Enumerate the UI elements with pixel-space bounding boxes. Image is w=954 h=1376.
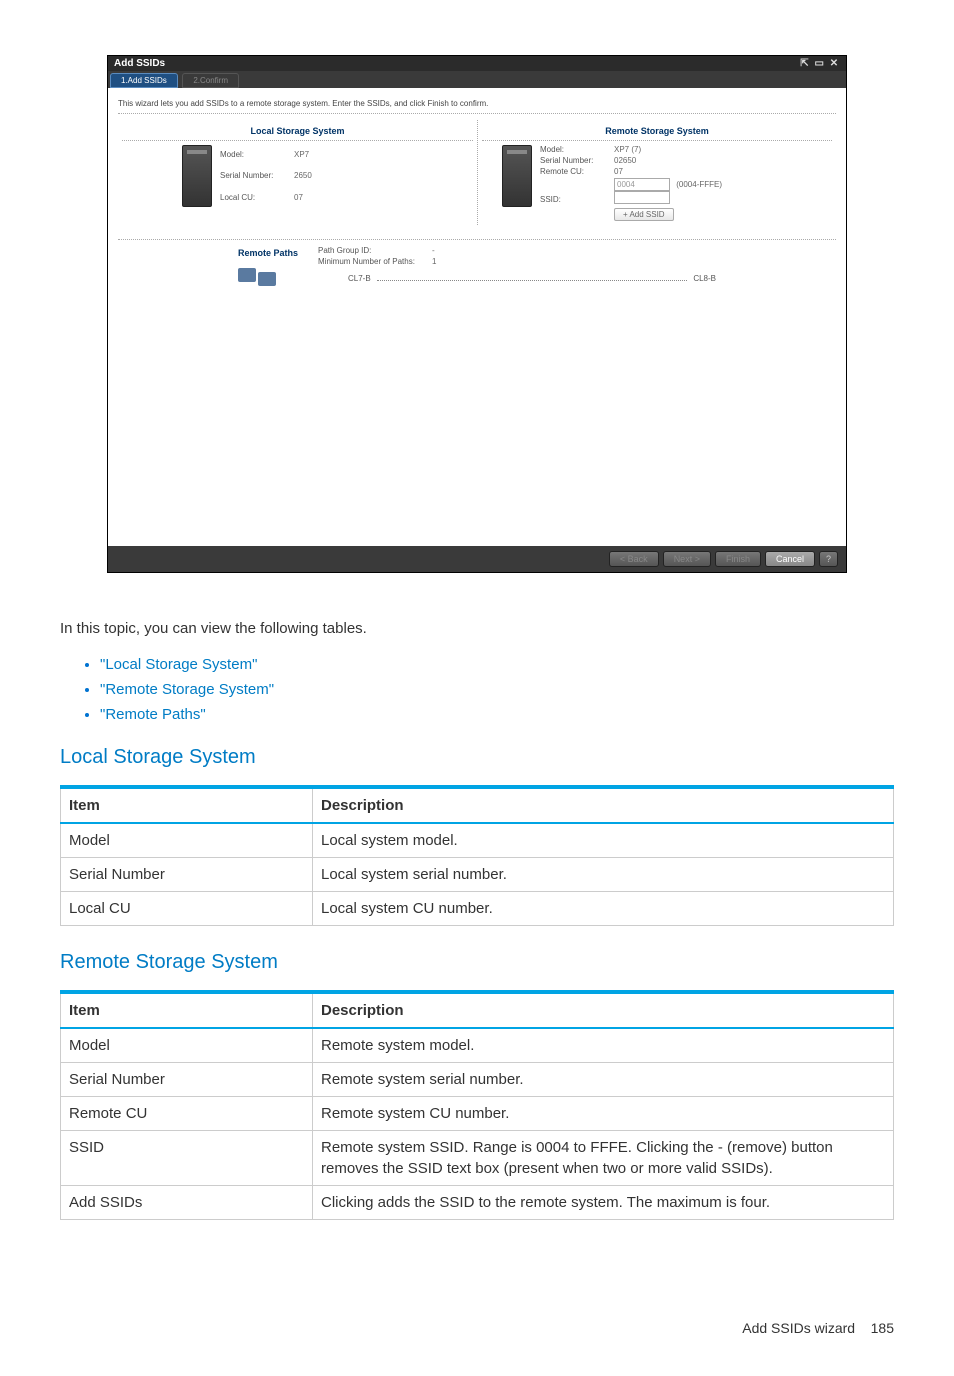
link-remote-paths[interactable]: "Remote Paths"	[100, 706, 206, 723]
col-description: Description	[313, 787, 894, 823]
back-button[interactable]: < Back	[609, 551, 659, 567]
table-row: Remote CU Remote system CU number.	[61, 1097, 894, 1131]
ssid-range-hint: (0004-FFFE)	[676, 180, 722, 189]
page-footer: Add SSIDs wizard 185	[0, 1320, 954, 1336]
wizard-steps: 1.Add SSIDs 2.Confirm	[108, 71, 846, 88]
wizard-instruction: This wizard lets you add SSIDs to a remo…	[118, 96, 836, 114]
remote-serial-label: Serial Number:	[540, 156, 610, 165]
remote-storage-panel: Remote Storage System Model: XP7 (7) Ser…	[477, 120, 836, 225]
table-row: SSID Remote system SSID. Range is 0004 t…	[61, 1131, 894, 1186]
server-icon	[502, 145, 532, 207]
port-right: CL8-B	[693, 274, 716, 283]
table-row: Model Local system model.	[61, 823, 894, 858]
table-row: Local CU Local system CU number.	[61, 892, 894, 926]
local-serial-label: Serial Number:	[220, 171, 290, 180]
remote-paths-panel: Remote Paths Path Group ID: - Minimum Nu…	[118, 239, 836, 283]
table-row: Add SSIDs Clicking adds the SSID to the …	[61, 1186, 894, 1220]
section-heading-local: Local Storage System	[60, 743, 894, 771]
port-left: CL7-B	[348, 274, 371, 283]
remote-cu-value: 07	[614, 167, 722, 176]
link-local-storage[interactable]: "Local Storage System"	[100, 656, 257, 673]
cancel-button[interactable]: Cancel	[765, 551, 815, 567]
path-connection-icon	[238, 262, 278, 292]
ssid-input[interactable]	[614, 178, 670, 191]
remote-paths-heading: Remote Paths	[238, 246, 308, 258]
close-icon[interactable]: ✕	[828, 58, 840, 69]
path-group-id-value: -	[432, 246, 435, 255]
min-paths-label: Minimum Number of Paths:	[318, 257, 428, 266]
wizard-screenshot: Add SSIDs ⇱ ▭ ✕ 1.Add SSIDs 2.Confirm Th…	[107, 55, 847, 573]
local-model-label: Model:	[220, 150, 290, 159]
table-row: Model Remote system model.	[61, 1028, 894, 1063]
table-row: Serial Number Remote system serial numbe…	[61, 1063, 894, 1097]
intro-text: In this topic, you can view the followin…	[60, 618, 894, 639]
wizard-footer: < Back Next > Finish Cancel ?	[108, 546, 846, 572]
wizard-title: Add SSIDs	[114, 58, 165, 69]
link-remote-storage[interactable]: "Remote Storage System"	[100, 681, 274, 698]
ssid-input-2[interactable]	[614, 191, 670, 204]
add-ssid-button[interactable]: + Add SSID	[614, 208, 674, 221]
local-heading: Local Storage System	[122, 124, 473, 141]
remote-storage-table: Item Description Model Remote system mod…	[60, 990, 894, 1220]
window-controls: ⇱ ▭ ✕	[798, 58, 840, 69]
tab-add-ssids[interactable]: 1.Add SSIDs	[110, 73, 178, 88]
footer-page-number: 185	[871, 1320, 894, 1336]
unpin-icon[interactable]: ⇱	[798, 58, 810, 69]
finish-button[interactable]: Finish	[715, 551, 761, 567]
local-cu-label: Local CU:	[220, 193, 290, 202]
remote-heading: Remote Storage System	[482, 124, 832, 141]
footer-text: Add SSIDs wizard	[742, 1320, 855, 1336]
restore-icon[interactable]: ▭	[813, 58, 825, 69]
local-cu-value: 07	[294, 193, 312, 202]
next-button[interactable]: Next >	[663, 551, 711, 567]
remote-model-label: Model:	[540, 145, 610, 154]
col-item: Item	[61, 992, 313, 1028]
col-item: Item	[61, 787, 313, 823]
remote-model-value: XP7 (7)	[614, 145, 722, 154]
table-row: Serial Number Local system serial number…	[61, 858, 894, 892]
topic-links-list: "Local Storage System" "Remote Storage S…	[60, 654, 894, 725]
section-heading-remote: Remote Storage System	[60, 948, 894, 976]
local-storage-panel: Local Storage System Model: XP7 Serial N…	[118, 120, 477, 225]
remote-cu-label: Remote CU:	[540, 167, 610, 176]
path-group-id-label: Path Group ID:	[318, 246, 428, 255]
server-icon	[182, 145, 212, 207]
min-paths-value: 1	[432, 257, 436, 266]
remote-serial-value: 02650	[614, 156, 722, 165]
local-serial-value: 2650	[294, 171, 312, 180]
local-storage-table: Item Description Model Local system mode…	[60, 785, 894, 926]
help-button[interactable]: ?	[819, 551, 838, 567]
col-description: Description	[313, 992, 894, 1028]
local-model-value: XP7	[294, 150, 312, 159]
wizard-titlebar: Add SSIDs ⇱ ▭ ✕	[108, 56, 846, 71]
remote-ssid-label: SSID:	[540, 195, 610, 204]
tab-confirm: 2.Confirm	[182, 73, 239, 88]
